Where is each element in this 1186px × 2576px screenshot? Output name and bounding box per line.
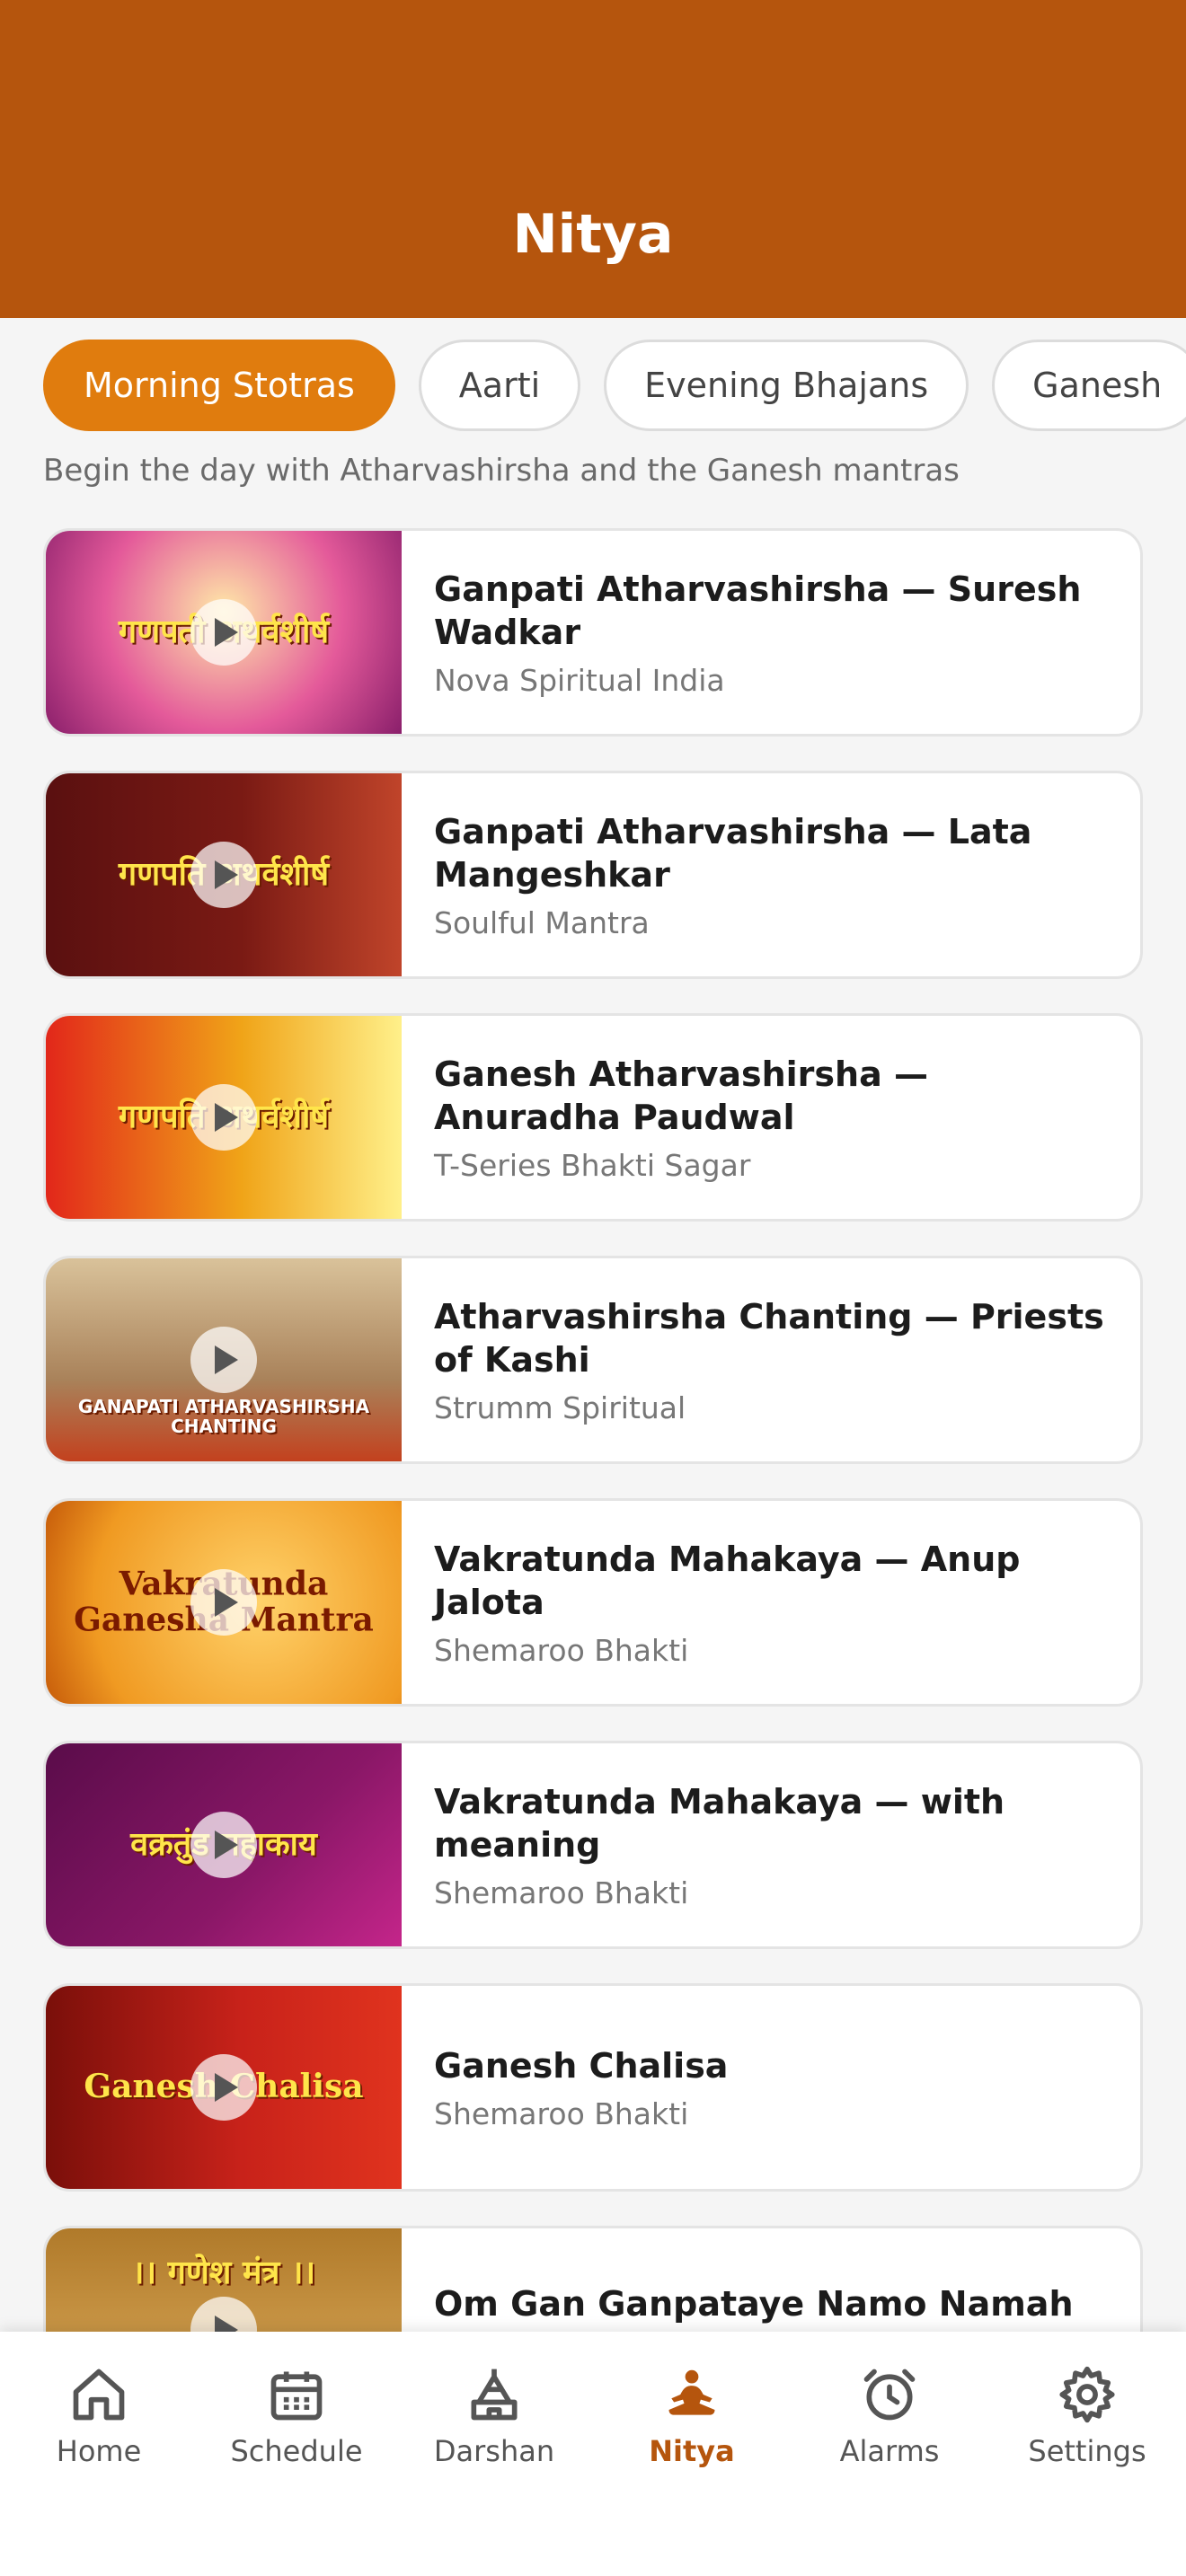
thumbnail-caption: GANAPATI ATHARVASHIRSHA CHANTING (77, 1396, 370, 1438)
video-title: Vakratunda Mahakaya — Anup Jalota (434, 1539, 1021, 1622)
calendar-icon (270, 2371, 323, 2421)
video-card[interactable]: GANAPATI ATHARVASHIRSHA CHANTING Atharva… (43, 1256, 1143, 1464)
video-thumbnail[interactable]: गणपति अथर्वशीर्ष (46, 773, 402, 976)
play-icon[interactable] (190, 1084, 257, 1151)
nav-alarms[interactable]: Alarms (791, 2332, 988, 2576)
play-icon[interactable] (190, 1327, 257, 1393)
video-title: Vakratunda Mahakaya — with meaning (434, 1781, 1005, 1865)
video-card[interactable]: गणपती अथर्वशीर्ष Ganpati Atharvashirsha … (43, 528, 1143, 737)
nav-label: Settings (1028, 2434, 1146, 2468)
play-icon[interactable] (190, 842, 257, 908)
page-title: Nitya (512, 203, 674, 266)
video-channel: Shemaroo Bhakti (434, 1632, 689, 1668)
video-channel: Soulful Mantra (434, 904, 650, 940)
thumbnail-caption: ।। गणेश मंत्र ।। (131, 2253, 316, 2291)
video-title: Ganpati Atharvashirsha — Lata Mangeshkar (434, 811, 1032, 895)
video-card[interactable]: वक्रतुंड महाकाय Vakratunda Mahakaya — wi… (43, 1741, 1143, 1949)
video-thumbnail[interactable]: Ganesh Chalisa (46, 1986, 402, 2189)
chip-ganesh[interactable]: Ganesh (992, 340, 1186, 431)
video-card[interactable]: गणपति अथर्वशीर्ष Ganesh Atharvashirsha —… (43, 1013, 1143, 1222)
category-chips: Morning Stotras Aarti Evening Bhajans Ga… (43, 340, 1186, 431)
nav-home[interactable]: Home (0, 2332, 198, 2576)
app-header: Nitya (0, 0, 1186, 318)
nav-schedule[interactable]: Schedule (198, 2332, 395, 2576)
chip-aarti[interactable]: Aarti (418, 340, 581, 431)
video-info: Ganpati Atharvashirsha — Lata Mangeshkar… (402, 773, 1140, 976)
nav-label: Home (56, 2434, 142, 2468)
play-icon[interactable] (190, 1812, 257, 1878)
bottom-navigation: Home Schedule Darshan Nitya Alarms Setti… (0, 2332, 1186, 2576)
video-list: गणपती अथर्वशीर्ष Ganpati Atharvashirsha … (43, 528, 1143, 2468)
video-card[interactable]: गणपति अथर्वशीर्ष Ganpati Atharvashirsha … (43, 771, 1143, 979)
video-channel: T-Series Bhakti Sagar (434, 1147, 751, 1183)
video-info: Ganpati Atharvashirsha — Suresh Wadkar N… (402, 531, 1140, 734)
video-title: Ganesh Chalisa (434, 2045, 729, 2086)
chip-evening-bhajans[interactable]: Evening Bhajans (604, 340, 969, 431)
home-icon (73, 2369, 125, 2421)
category-description: Begin the day with Atharvashirsha and th… (43, 453, 960, 489)
video-info: Ganesh Atharvashirsha — Anuradha Paudwal… (402, 1016, 1140, 1219)
chip-morning-stotras[interactable]: Morning Stotras (43, 340, 395, 431)
temple-icon (471, 2369, 518, 2421)
video-info: Vakratunda Mahakaya — with meaning Shema… (402, 1743, 1140, 1946)
video-channel: Nova Spiritual India (434, 662, 725, 698)
nav-label: Darshan (433, 2434, 555, 2468)
alarm-clock-icon (863, 2369, 916, 2421)
video-thumbnail[interactable]: Vakratunda Ganesha Mantra (46, 1501, 402, 1704)
video-channel: Strumm Spiritual (434, 1389, 686, 1425)
meditation-icon (668, 2369, 715, 2415)
video-card[interactable]: Ganesh Chalisa Ganesh Chalisa Shemaroo B… (43, 1983, 1143, 2192)
video-channel: Shemaroo Bhakti (434, 2095, 689, 2131)
nav-label: Alarms (839, 2434, 940, 2468)
video-info: Vakratunda Mahakaya — Anup Jalota Shemar… (402, 1501, 1140, 1704)
video-thumbnail[interactable]: वक्रतुंड महाकाय (46, 1743, 402, 1946)
play-icon[interactable] (190, 1569, 257, 1636)
nav-label: Schedule (230, 2434, 363, 2468)
video-thumbnail[interactable]: गणपती अथर्वशीर्ष (46, 531, 402, 734)
video-thumbnail[interactable]: GANAPATI ATHARVASHIRSHA CHANTING (46, 1258, 402, 1461)
gear-icon (1059, 2366, 1115, 2423)
video-card[interactable]: Vakratunda Ganesha Mantra Vakratunda Mah… (43, 1498, 1143, 1707)
play-icon[interactable] (190, 599, 257, 666)
nav-label: Nitya (649, 2434, 735, 2468)
play-icon[interactable] (190, 2054, 257, 2121)
video-channel: Shemaroo Bhakti (434, 1875, 689, 1910)
nav-settings[interactable]: Settings (988, 2332, 1186, 2576)
video-info: Ganesh Chalisa Shemaroo Bhakti (402, 1986, 1140, 2189)
nav-nitya[interactable]: Nitya (593, 2332, 791, 2576)
video-title: Ganpati Atharvashirsha — Suresh Wadkar (434, 569, 1082, 652)
video-title: Atharvashirsha Chanting — Priests of Kas… (434, 1296, 1104, 1380)
video-title: Ganesh Atharvashirsha — Anuradha Paudwal (434, 1054, 928, 1137)
video-info: Atharvashirsha Chanting — Priests of Kas… (402, 1258, 1140, 1461)
video-thumbnail[interactable]: गणपति अथर्वशीर्ष (46, 1016, 402, 1219)
nav-darshan[interactable]: Darshan (395, 2332, 593, 2576)
